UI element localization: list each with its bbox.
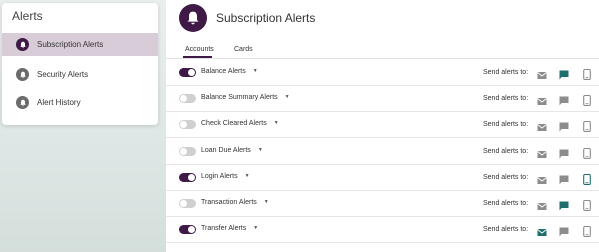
alert-toggle[interactable] — [179, 146, 196, 156]
alert-row: Transaction Alerts ▼ Send alerts to: — [166, 191, 599, 217]
main-panel: Subscription Alerts Accounts Cards Balan… — [166, 0, 599, 252]
toggle-knob — [180, 147, 187, 155]
send-alerts-label: Send alerts to: — [483, 200, 529, 207]
phone-icon[interactable] — [583, 224, 591, 242]
email-icon[interactable] — [537, 93, 547, 111]
sidebar-item-subscription-alerts[interactable]: Subscription Alerts — [2, 33, 158, 56]
alert-toggle[interactable] — [179, 225, 196, 235]
alert-name-dropdown[interactable]: Transfer Alerts ▼ — [201, 225, 258, 232]
sidebar-item-label: Alert History — [37, 98, 81, 107]
alert-row: Balance Summary Alerts ▼ Send alerts to: — [166, 86, 599, 113]
alert-label: Transfer Alerts — [201, 225, 247, 233]
tab-accounts[interactable]: Accounts — [185, 46, 214, 53]
send-alerts-label: Send alerts to: — [483, 121, 529, 129]
alerts-sidebar: Alerts Subscription Alerts Security Aler… — [2, 3, 158, 125]
page-title: Subscription Alerts — [216, 11, 316, 25]
alert-name-dropdown[interactable]: Balance Summary Alerts ▼ — [201, 94, 290, 101]
alert-name-dropdown[interactable]: Login Alerts ▼ — [201, 173, 250, 180]
alert-label: Check Cleared Alerts — [201, 120, 267, 128]
chevron-down-icon: ▼ — [244, 172, 250, 179]
toggle-knob — [180, 200, 187, 207]
sidebar-item-alert-history[interactable]: Alert History — [2, 91, 158, 114]
toggle-knob — [188, 226, 195, 234]
email-icon[interactable] — [537, 146, 547, 164]
phone-icon[interactable] — [583, 119, 591, 137]
alert-row: Login Alerts ▼ Send alerts to: — [166, 165, 599, 191]
alert-row: Loan Due Alerts ▼ Send alerts to: — [166, 139, 599, 165]
chevron-down-icon: ▼ — [273, 120, 279, 127]
sidebar-title: Alerts — [12, 9, 43, 23]
alert-name-dropdown[interactable]: Loan Due Alerts ▼ — [201, 147, 263, 154]
toggle-knob — [180, 95, 187, 103]
chevron-down-icon: ▼ — [257, 146, 263, 153]
chat-icon[interactable] — [559, 67, 569, 85]
chat-icon[interactable] — [559, 146, 569, 164]
chevron-down-icon: ▼ — [284, 94, 290, 101]
alert-row: Balance Alerts ▼ Send alerts to: — [166, 60, 599, 86]
alert-toggle[interactable] — [179, 94, 196, 104]
phone-icon[interactable] — [583, 93, 591, 111]
alert-name-dropdown[interactable]: Balance Alerts ▼ — [201, 68, 258, 75]
send-alerts-label: Send alerts to: — [483, 147, 529, 155]
alert-row: Check Cleared Alerts ▼ Send alerts to: — [166, 112, 599, 139]
sidebar-item-label: Subscription Alerts — [37, 40, 104, 49]
alert-toggle[interactable] — [179, 172, 196, 182]
alert-name-dropdown[interactable]: Check Cleared Alerts ▼ — [201, 120, 279, 127]
chat-icon[interactable] — [559, 172, 569, 190]
send-alerts-label: Send alerts to: — [483, 95, 529, 103]
bell-icon — [16, 96, 29, 109]
email-icon[interactable] — [537, 224, 547, 242]
chat-icon[interactable] — [559, 119, 569, 137]
toggle-knob — [180, 121, 187, 129]
sidebar-item-label: Security Alerts — [37, 70, 89, 79]
toggle-knob — [188, 173, 195, 181]
phone-icon[interactable] — [583, 146, 591, 164]
bell-icon — [16, 68, 29, 81]
phone-icon[interactable] — [583, 198, 591, 216]
tabs-divider — [166, 58, 599, 59]
email-icon[interactable] — [537, 67, 547, 85]
tab-cards[interactable]: Cards — [234, 46, 253, 53]
phone-icon[interactable] — [583, 67, 591, 85]
chevron-down-icon: ▼ — [263, 199, 269, 205]
alert-name-dropdown[interactable]: Transaction Alerts ▼ — [201, 199, 269, 206]
chevron-down-icon: ▼ — [253, 225, 259, 232]
alert-toggle[interactable] — [179, 120, 196, 130]
alert-label: Balance Summary Alerts — [201, 94, 278, 102]
phone-icon[interactable] — [583, 172, 591, 190]
chat-icon[interactable] — [559, 198, 569, 216]
send-alerts-label: Send alerts to: — [483, 226, 529, 234]
alert-toggle[interactable] — [179, 199, 196, 208]
chat-icon[interactable] — [559, 93, 569, 111]
email-icon[interactable] — [537, 119, 547, 137]
send-alerts-label: Send alerts to: — [483, 69, 529, 76]
chevron-down-icon: ▼ — [252, 68, 258, 74]
alert-label: Transaction Alerts — [201, 199, 257, 206]
alert-label: Balance Alerts — [201, 68, 246, 75]
bell-icon — [16, 38, 29, 51]
email-icon[interactable] — [537, 198, 547, 216]
send-alerts-label: Send alerts to: — [483, 173, 529, 181]
chat-icon[interactable] — [559, 224, 569, 242]
alert-row: Transfer Alerts ▼ Send alerts to: — [166, 217, 599, 244]
email-icon[interactable] — [537, 172, 547, 190]
alert-label: Loan Due Alerts — [201, 146, 251, 154]
alert-label: Login Alerts — [201, 172, 238, 180]
toggle-knob — [188, 69, 195, 76]
bell-icon — [179, 4, 207, 32]
alert-toggle[interactable] — [179, 68, 196, 77]
sidebar-item-security-alerts[interactable]: Security Alerts — [2, 63, 158, 86]
